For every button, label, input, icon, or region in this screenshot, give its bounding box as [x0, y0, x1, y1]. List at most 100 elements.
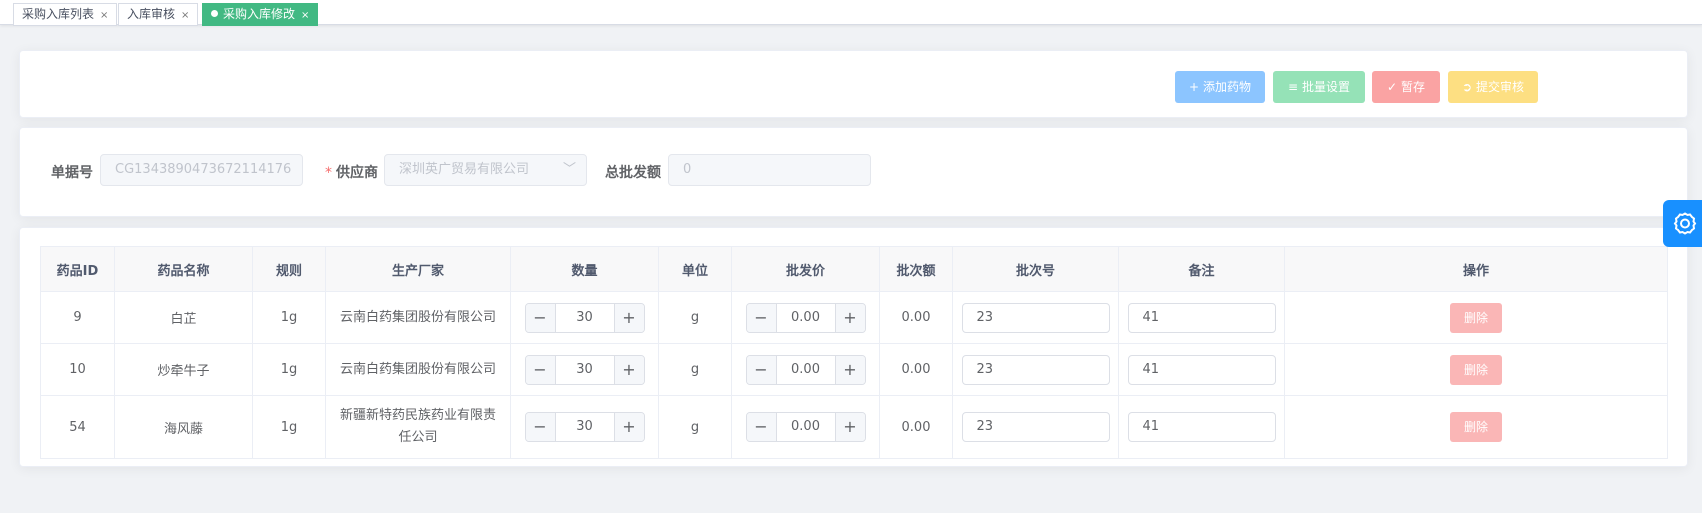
drug-spec: 1g — [252, 291, 326, 344]
tab-label: 采购入库列表 — [22, 7, 95, 21]
batch-settings-label: 批量设置 — [1302, 80, 1351, 94]
col-header-action: 操作 — [1284, 246, 1668, 292]
price-stepper: −0.00 + — [745, 354, 866, 385]
tab-purchase-inbound-edit[interactable]: 采购入库修改 × — [202, 3, 319, 26]
settings-panel-button[interactable] — [1663, 200, 1702, 247]
quantity-value[interactable]: 30 — [556, 304, 614, 332]
increase-button[interactable]: + — [613, 413, 644, 441]
batch-amount: 0.00 — [879, 343, 953, 396]
increase-button[interactable]: + — [834, 303, 865, 332]
drug-manufacturer: 新疆新特药民族药业有限责任公司 — [325, 395, 511, 459]
drug-id: 10 — [40, 343, 115, 396]
drug-unit: g — [658, 395, 732, 459]
tags-view-bar: 采购入库列表 × 入库审核 × 采购入库修改 × — [0, 0, 1702, 26]
col-header-unit: 单位 — [658, 246, 732, 292]
plus-icon: + — [1188, 80, 1200, 94]
save-draft-button[interactable]: ✓ 暂存 — [1372, 71, 1440, 103]
submit-icon: ➲ — [1461, 80, 1473, 94]
col-header-drug-name: 药品名称 — [114, 246, 253, 292]
total-amount-field: 0 — [668, 154, 871, 186]
remark-input[interactable]: 41 — [1127, 302, 1276, 333]
decrease-button[interactable]: − — [525, 303, 556, 332]
supplier-label: * 供应商 — [325, 165, 378, 181]
batch-amount: 0.00 — [879, 395, 953, 459]
batch-no-input[interactable]: 23 — [961, 302, 1110, 333]
drug-table-card: 药品ID 药品名称 规则 生产厂家 数量 单位 批发价 批次额 批次号 备注 操… — [19, 227, 1688, 467]
col-header-manufacturer: 生产厂家 — [325, 246, 511, 292]
remark-input[interactable]: 41 — [1127, 354, 1276, 385]
drug-spec: 1g — [252, 343, 326, 396]
col-header-wholesale-price: 批发价 — [731, 246, 880, 292]
order-no-label: 单据号 — [51, 165, 93, 181]
close-icon[interactable]: × — [301, 10, 309, 21]
total-label: 总批发额 — [605, 165, 661, 181]
price-stepper: −0.00 + — [745, 302, 866, 333]
col-header-batch-amount: 批次额 — [879, 246, 953, 292]
add-drug-button[interactable]: + 添加药物 — [1175, 71, 1265, 103]
drug-spec: 1g — [252, 395, 326, 459]
tab-label: 采购入库修改 — [223, 7, 296, 21]
quantity-value[interactable]: 30 — [556, 413, 614, 441]
drug-unit: g — [658, 291, 732, 344]
col-header-quantity: 数量 — [510, 246, 659, 292]
increase-button[interactable]: + — [834, 413, 865, 441]
tab-label: 入库审核 — [127, 7, 176, 21]
order-no-field: CG1343890473672114176 — [100, 154, 303, 186]
supplier-select[interactable]: 深圳英广贸易有限公司 ﹀ — [384, 154, 587, 186]
quantity-stepper: −30 + — [524, 412, 645, 442]
batch-no-input[interactable]: 23 — [961, 354, 1110, 385]
submit-review-button[interactable]: ➲ 提交审核 — [1448, 71, 1538, 103]
drug-id: 54 — [40, 395, 115, 459]
batch-settings-button[interactable]: ≡ 批量设置 — [1273, 71, 1365, 103]
check-icon: ✓ — [1386, 80, 1398, 94]
submit-review-label: 提交审核 — [1476, 80, 1525, 94]
batch-amount: 0.00 — [879, 291, 953, 344]
drug-table: 药品ID 药品名称 规则 生产厂家 数量 单位 批发价 批次额 批次号 备注 操… — [40, 246, 1668, 459]
price-value[interactable]: 0.00 — [777, 356, 835, 384]
gear-icon — [1673, 212, 1697, 235]
decrease-button[interactable]: − — [525, 413, 556, 441]
batch-no-input[interactable]: 23 — [961, 412, 1110, 442]
tab-inbound-review[interactable]: 入库审核 × — [118, 3, 199, 26]
form-card: 单据号 CG1343890473672114176 * 供应商 深圳英广贸易有限公… — [19, 127, 1688, 217]
delete-button[interactable]: 删除 — [1450, 354, 1502, 385]
decrease-button[interactable]: − — [746, 413, 777, 441]
close-icon[interactable]: × — [181, 10, 189, 21]
table-row: 9 白芷 1g 云南白药集团股份有限公司 −30 + g −0.00 + 0.00 … — [40, 291, 1668, 344]
drug-name: 白芷 — [114, 291, 253, 344]
drug-name: 炒牵牛子 — [114, 343, 253, 396]
decrease-button[interactable]: − — [525, 355, 556, 384]
tab-purchase-inbound-list[interactable]: 采购入库列表 × — [13, 3, 118, 26]
table-row: 54 海风藤 1g 新疆新特药民族药业有限责任公司 −30 + g −0.00 + … — [40, 395, 1668, 459]
add-drug-label: 添加药物 — [1203, 80, 1252, 94]
drug-unit: g — [658, 343, 732, 396]
close-icon[interactable]: × — [100, 10, 108, 21]
col-header-drug-id: 药品ID — [40, 246, 115, 292]
delete-button[interactable]: 删除 — [1450, 302, 1502, 333]
decrease-button[interactable]: − — [746, 355, 777, 384]
decrease-button[interactable]: − — [746, 303, 777, 332]
toolbar-card: + 添加药物 ≡ 批量设置 ✓ 暂存 ➲ 提交审核 — [19, 50, 1688, 118]
chevron-down-icon: ﹀ — [562, 162, 576, 177]
col-header-remark: 备注 — [1118, 246, 1285, 292]
drug-manufacturer: 云南白药集团股份有限公司 — [325, 291, 511, 344]
supplier-value: 深圳英广贸易有限公司 — [399, 162, 530, 177]
supplier-label-text: 供应商 — [336, 165, 378, 181]
drug-manufacturer: 云南白药集团股份有限公司 — [325, 343, 511, 396]
price-value[interactable]: 0.00 — [777, 413, 835, 441]
drug-id: 9 — [40, 291, 115, 344]
quantity-value[interactable]: 30 — [556, 356, 614, 384]
col-header-batch-no: 批次号 — [952, 246, 1119, 292]
quantity-stepper: −30 + — [524, 302, 645, 333]
save-draft-label: 暂存 — [1401, 80, 1426, 94]
increase-button[interactable]: + — [613, 303, 644, 332]
delete-button[interactable]: 删除 — [1450, 412, 1502, 442]
increase-button[interactable]: + — [834, 355, 865, 384]
col-header-spec: 规则 — [252, 246, 326, 292]
table-header-row: 药品ID 药品名称 规则 生产厂家 数量 单位 批发价 批次额 批次号 备注 操… — [40, 246, 1668, 292]
price-value[interactable]: 0.00 — [777, 304, 835, 332]
increase-button[interactable]: + — [613, 355, 644, 384]
sliders-icon: ≡ — [1287, 80, 1299, 94]
active-dot-icon — [211, 10, 218, 17]
remark-input[interactable]: 41 — [1127, 412, 1276, 442]
